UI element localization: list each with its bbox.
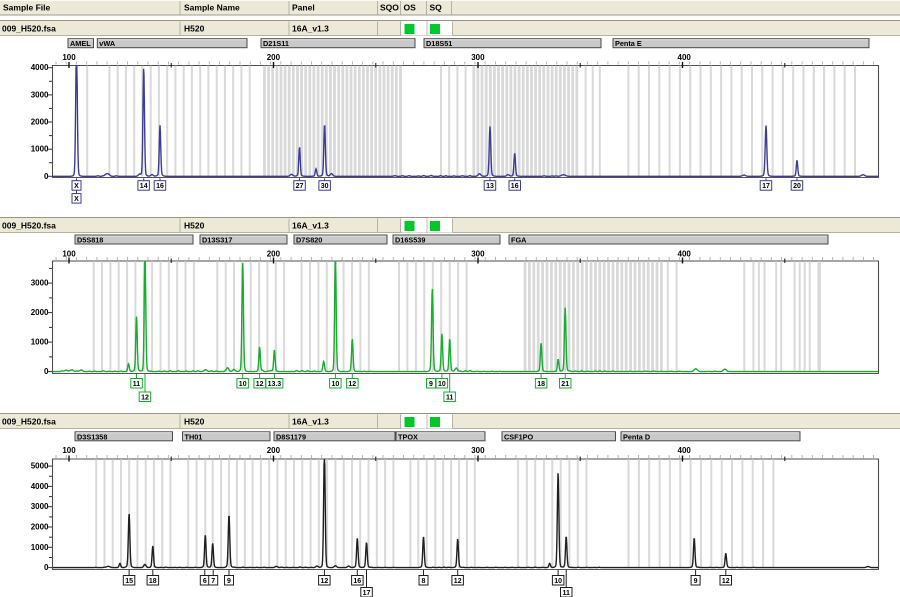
- svg-text:13.3: 13.3: [268, 381, 282, 388]
- svg-text:12: 12: [321, 578, 329, 585]
- svg-text:200: 200: [267, 53, 281, 62]
- svg-text:009_H520.fsa: 009_H520.fsa: [2, 221, 56, 231]
- svg-text:12: 12: [141, 394, 149, 401]
- svg-text:D7S820: D7S820: [296, 236, 322, 245]
- svg-text:30: 30: [321, 183, 329, 190]
- svg-text:TH01: TH01: [185, 432, 203, 441]
- svg-text:300: 300: [471, 53, 485, 62]
- svg-text:12: 12: [256, 381, 264, 388]
- svg-text:20: 20: [793, 183, 801, 190]
- svg-text:11: 11: [562, 590, 570, 597]
- svg-text:400: 400: [678, 53, 692, 62]
- svg-text:13: 13: [486, 183, 494, 190]
- svg-text:11: 11: [133, 381, 141, 388]
- svg-text:TPOX: TPOX: [398, 432, 418, 441]
- svg-text:Sample File: Sample File: [3, 3, 51, 13]
- svg-text:7: 7: [211, 578, 215, 585]
- svg-text:2000: 2000: [31, 308, 49, 317]
- svg-text:D13S317: D13S317: [202, 236, 232, 245]
- svg-text:Panel: Panel: [292, 3, 315, 13]
- svg-text:11: 11: [446, 394, 454, 401]
- svg-text:9: 9: [227, 578, 231, 585]
- svg-text:100: 100: [62, 53, 76, 62]
- svg-text:8: 8: [422, 578, 426, 585]
- svg-text:4000: 4000: [31, 482, 49, 491]
- svg-text:H520: H520: [184, 24, 205, 34]
- svg-text:16: 16: [511, 183, 519, 190]
- svg-text:100: 100: [62, 250, 76, 259]
- svg-text:12: 12: [454, 578, 462, 585]
- svg-text:X: X: [74, 183, 79, 190]
- svg-text:16: 16: [156, 183, 164, 190]
- svg-text:100: 100: [62, 446, 76, 455]
- svg-text:17: 17: [363, 590, 371, 597]
- svg-text:2000: 2000: [31, 523, 49, 532]
- svg-text:2000: 2000: [31, 118, 49, 127]
- svg-text:OS: OS: [404, 3, 417, 13]
- svg-text:vWA: vWA: [99, 39, 116, 48]
- svg-text:SQ: SQ: [430, 3, 443, 13]
- svg-text:16A_v1.3: 16A_v1.3: [292, 24, 329, 34]
- svg-text:16A_v1.3: 16A_v1.3: [292, 417, 329, 427]
- svg-text:10: 10: [332, 381, 340, 388]
- svg-text:1000: 1000: [31, 145, 49, 154]
- svg-text:17: 17: [762, 183, 770, 190]
- svg-text:200: 200: [267, 446, 281, 455]
- svg-text:CSF1PO: CSF1PO: [504, 432, 534, 441]
- svg-text:14: 14: [140, 183, 148, 190]
- svg-text:18: 18: [149, 578, 157, 585]
- svg-text:12: 12: [722, 578, 730, 585]
- svg-text:9: 9: [429, 381, 433, 388]
- svg-text:300: 300: [471, 446, 485, 455]
- svg-text:H520: H520: [184, 221, 205, 231]
- svg-text:D18S51: D18S51: [426, 39, 452, 48]
- svg-text:009_H520.fsa: 009_H520.fsa: [2, 24, 56, 34]
- svg-text:Penta E: Penta E: [615, 39, 642, 48]
- svg-text:D8S1179: D8S1179: [276, 432, 306, 441]
- svg-text:15: 15: [125, 578, 133, 585]
- svg-text:1000: 1000: [31, 338, 49, 347]
- svg-text:009_H520.fsa: 009_H520.fsa: [2, 417, 56, 427]
- svg-text:6: 6: [203, 578, 207, 585]
- svg-text:21: 21: [561, 381, 569, 388]
- svg-text:3000: 3000: [31, 279, 49, 288]
- svg-text:AMEL: AMEL: [70, 39, 91, 48]
- svg-text:SQO: SQO: [380, 3, 399, 13]
- svg-text:4000: 4000: [31, 63, 49, 72]
- svg-text:27: 27: [296, 183, 304, 190]
- svg-text:D16S539: D16S539: [395, 236, 425, 245]
- svg-text:12: 12: [348, 381, 356, 388]
- svg-text:X: X: [74, 196, 79, 203]
- svg-text:D5S818: D5S818: [77, 236, 103, 245]
- svg-text:400: 400: [678, 446, 692, 455]
- svg-text:5000: 5000: [31, 462, 49, 471]
- svg-text:D21S11: D21S11: [263, 39, 289, 48]
- svg-text:200: 200: [267, 250, 281, 259]
- svg-text:1000: 1000: [31, 543, 49, 552]
- svg-text:H520: H520: [184, 417, 205, 427]
- svg-text:18: 18: [537, 381, 545, 388]
- svg-text:16A_v1.3: 16A_v1.3: [292, 221, 329, 231]
- svg-text:3000: 3000: [31, 90, 49, 99]
- svg-text:D3S1358: D3S1358: [77, 432, 107, 441]
- svg-text:Penta D: Penta D: [623, 432, 650, 441]
- svg-text:10: 10: [554, 578, 562, 585]
- svg-text:Sample Name: Sample Name: [184, 3, 240, 13]
- svg-text:10: 10: [438, 381, 446, 388]
- svg-text:3000: 3000: [31, 502, 49, 511]
- svg-text:FGA: FGA: [511, 236, 527, 245]
- svg-text:16: 16: [353, 578, 361, 585]
- svg-text:300: 300: [471, 250, 485, 259]
- svg-text:9: 9: [694, 578, 698, 585]
- svg-text:10: 10: [239, 381, 247, 388]
